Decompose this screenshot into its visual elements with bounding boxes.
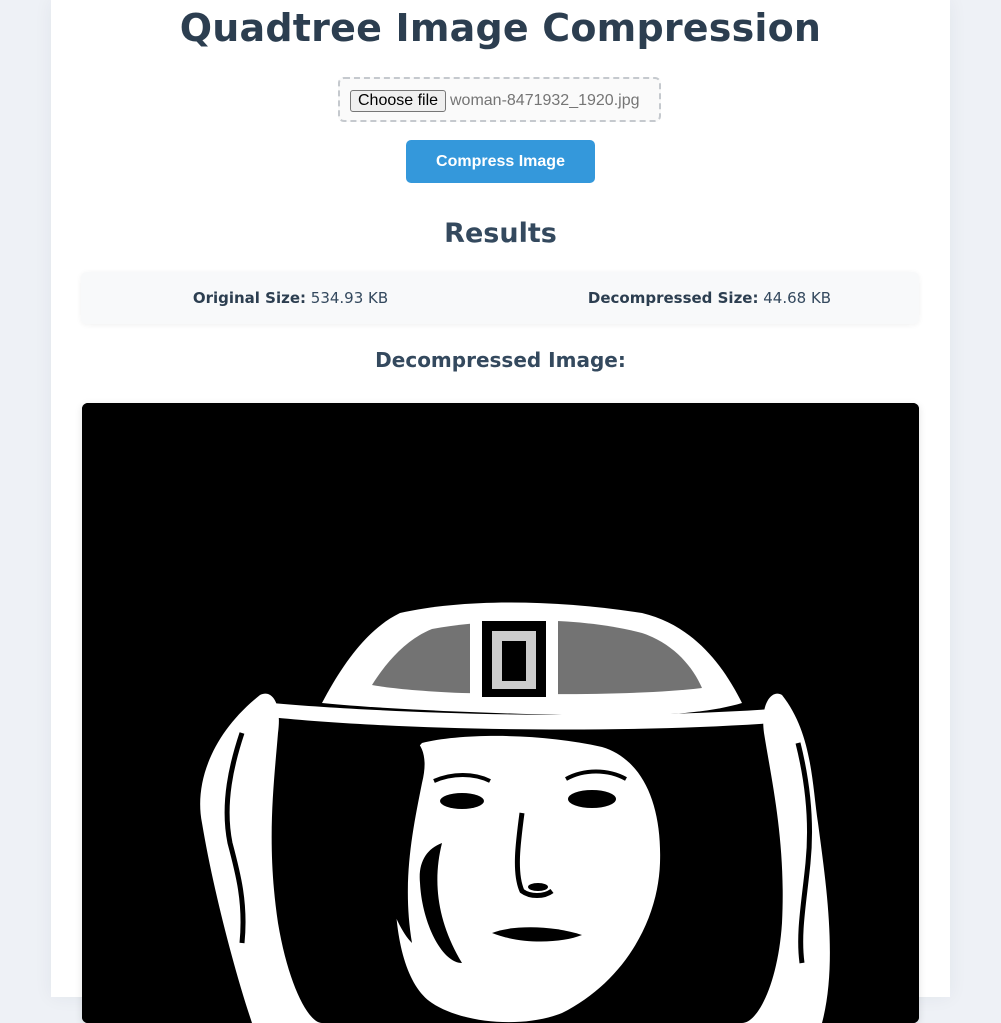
decompressed-image-graphic — [82, 403, 919, 1023]
original-size-stat: Original Size: 534.93 KB — [81, 272, 500, 324]
decompressed-size-value: 44.68 KB — [763, 289, 832, 307]
decompressed-size-label: Decompressed Size: — [587, 289, 759, 307]
choose-file-button[interactable]: Choose file — [350, 90, 447, 112]
compress-image-button[interactable]: Compress Image — [406, 140, 595, 183]
file-upload-zone[interactable]: Choose file woman-8471932_1920.jpg — [338, 77, 661, 122]
decompressed-size-stat: Decompressed Size: 44.68 KB — [500, 272, 919, 324]
selected-file-name: woman-8471932_1920.jpg — [450, 92, 640, 109]
decompressed-image-heading: Decompressed Image: — [375, 348, 626, 372]
original-size-value: 534.93 KB — [310, 289, 389, 307]
results-heading: Results — [444, 218, 557, 249]
page-title: Quadtree Image Compression — [179, 6, 822, 50]
main-card: Quadtree Image Compression Choose file w… — [51, 0, 950, 1023]
original-size-label: Original Size: — [192, 289, 306, 307]
decompressed-image — [82, 403, 919, 1023]
results-stats-panel: Original Size: 534.93 KB Decompressed Si… — [81, 272, 919, 324]
